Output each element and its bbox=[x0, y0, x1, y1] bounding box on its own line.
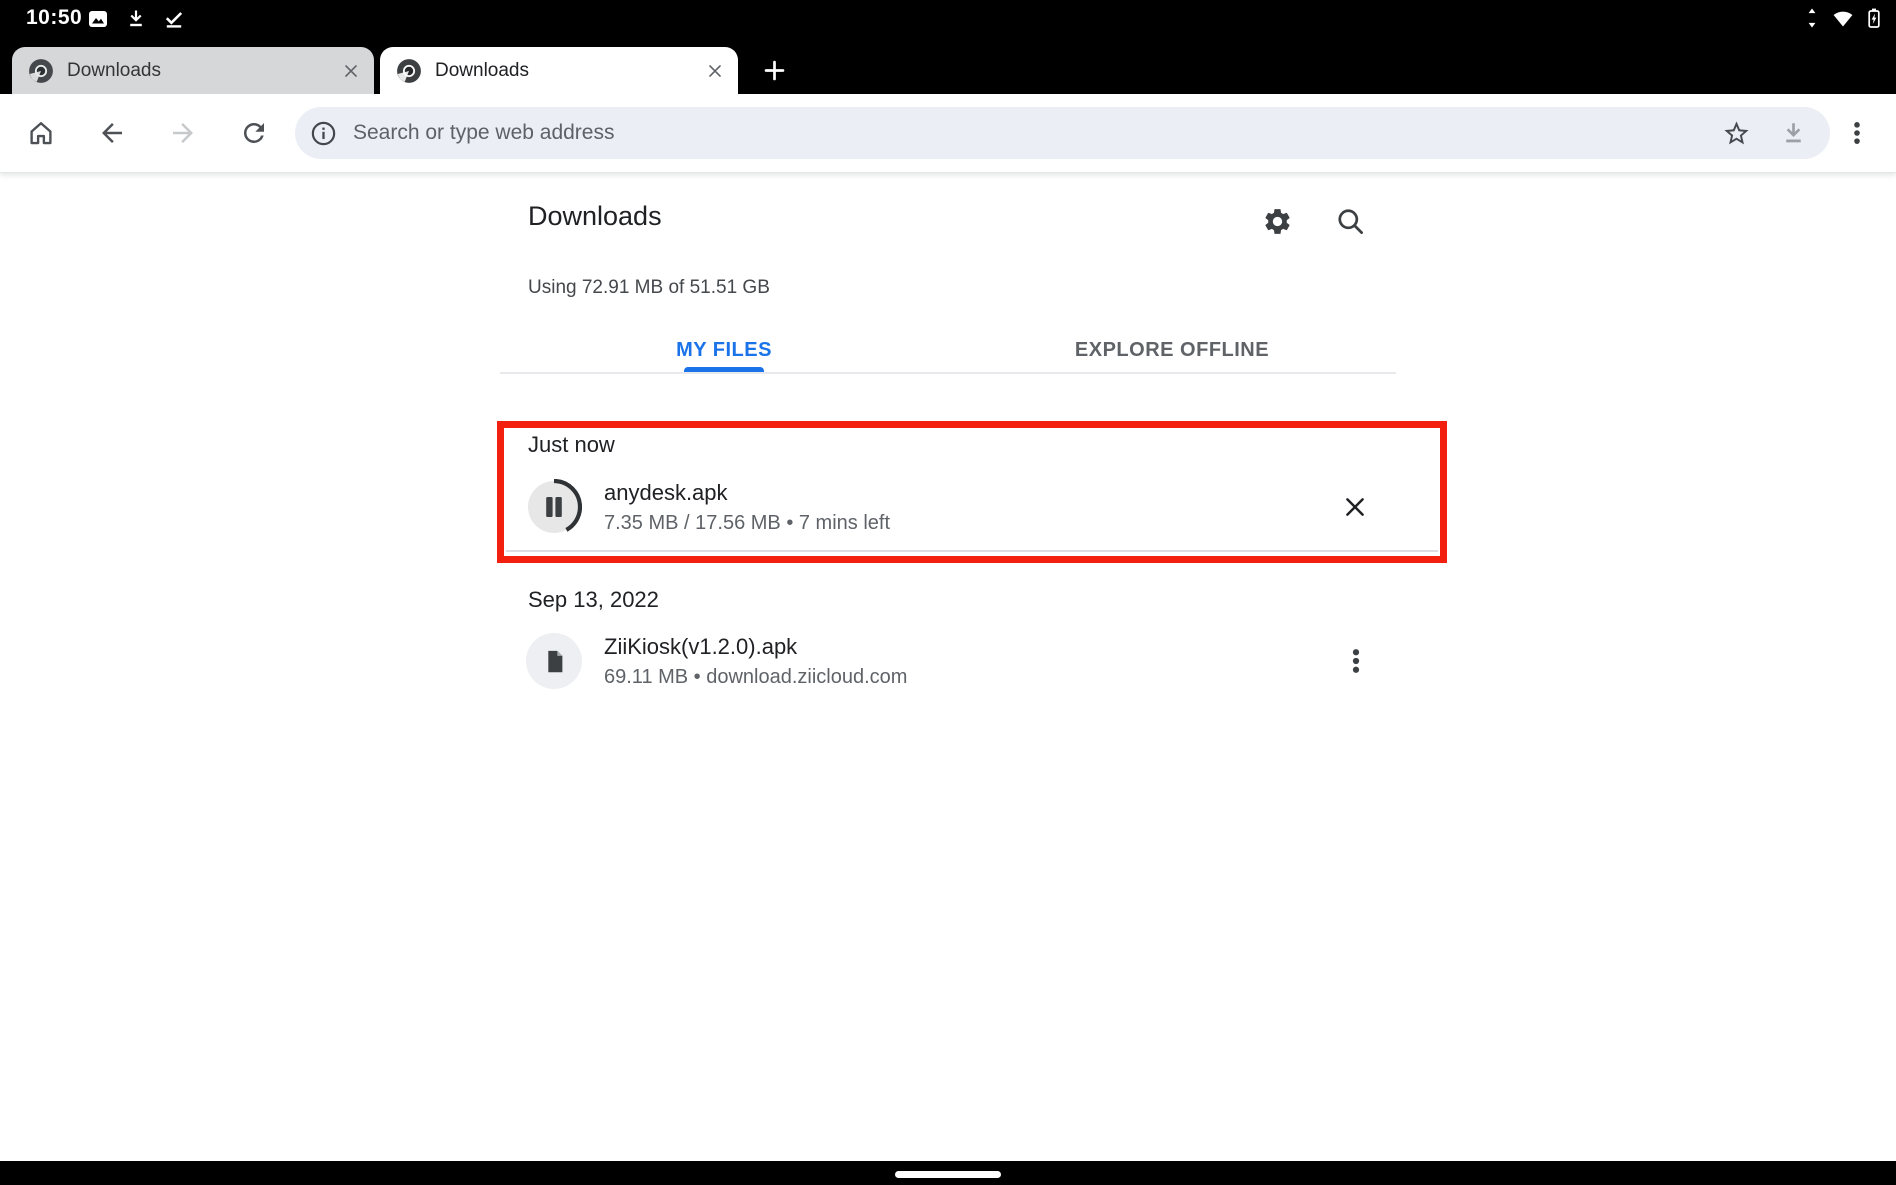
download-progress-text: 7.35 MB / 17.56 MB • 7 mins left bbox=[604, 512, 891, 534]
cancel-download-button[interactable] bbox=[1340, 492, 1370, 522]
plus-icon bbox=[764, 60, 784, 81]
kebab-menu-icon bbox=[1854, 122, 1860, 144]
browser-tab-downloads-2[interactable]: Downloads bbox=[380, 47, 738, 94]
close-tab-icon[interactable] bbox=[704, 60, 726, 82]
downloads-page: Downloads Using 72.91 MB of 51.51 GB MY … bbox=[0, 172, 1896, 1161]
pause-download-button[interactable] bbox=[526, 479, 582, 535]
filter-tabs: MY FILES EXPLORE OFFLINE bbox=[500, 326, 1396, 374]
browser-menu-button[interactable] bbox=[1840, 116, 1874, 150]
downloads-toolbar-icon[interactable] bbox=[1779, 119, 1808, 148]
back-button[interactable] bbox=[95, 116, 129, 150]
screen: 10:50 Downloads Downloads Search or type… bbox=[0, 0, 1896, 1185]
download-notification-icon bbox=[130, 10, 142, 27]
reload-icon bbox=[243, 122, 264, 143]
wifi-icon bbox=[1833, 11, 1853, 27]
close-icon bbox=[1346, 498, 1364, 516]
home-button[interactable] bbox=[24, 116, 58, 150]
image-notification-icon bbox=[89, 11, 107, 27]
storage-summary: Using 72.91 MB of 51.51 GB bbox=[528, 277, 770, 298]
notification-icons bbox=[86, 7, 186, 31]
search-input[interactable] bbox=[353, 121, 1722, 145]
highlight-box: Just now anydesk.apk 7.35 MB / 17.56 MB … bbox=[497, 421, 1447, 563]
clock: 10:50 bbox=[26, 6, 83, 29]
tab-explore-offline[interactable]: EXPLORE OFFLINE bbox=[948, 326, 1396, 374]
chrome-favicon bbox=[397, 58, 421, 83]
search-icon bbox=[1337, 208, 1363, 234]
divider bbox=[500, 372, 1396, 374]
file-type-icon-wrap bbox=[526, 633, 582, 689]
close-tab-icon[interactable] bbox=[340, 60, 362, 82]
reload-button[interactable] bbox=[237, 116, 271, 150]
tab-strip: Downloads Downloads bbox=[0, 37, 1896, 94]
check-notification-icon bbox=[165, 12, 183, 28]
system-nav-bar bbox=[0, 1161, 1896, 1185]
page-info-icon[interactable] bbox=[309, 119, 338, 148]
browser-tab-downloads-1[interactable]: Downloads bbox=[12, 47, 374, 94]
file-options-button[interactable] bbox=[1338, 642, 1374, 680]
download-file-name[interactable]: anydesk.apk bbox=[604, 480, 728, 506]
chrome-favicon bbox=[29, 58, 53, 83]
network-activity-icon bbox=[1808, 8, 1816, 28]
gear-icon bbox=[1264, 208, 1290, 234]
new-tab-button[interactable] bbox=[748, 47, 800, 94]
group-header-date: Sep 13, 2022 bbox=[528, 587, 659, 612]
tab-title: Downloads bbox=[67, 59, 161, 81]
divider bbox=[506, 550, 1438, 552]
kebab-menu-icon bbox=[1352, 649, 1360, 673]
system-status-icons bbox=[1800, 6, 1886, 30]
home-icon bbox=[30, 122, 52, 145]
group-header-just-now: Just now bbox=[528, 432, 615, 457]
download-file-name[interactable]: ZiiKiosk(v1.2.0).apk bbox=[604, 634, 797, 660]
address-bar[interactable] bbox=[295, 107, 1830, 159]
forward-button[interactable] bbox=[166, 116, 200, 150]
downloads-settings-button[interactable] bbox=[1259, 203, 1295, 239]
arrow-forward-icon bbox=[173, 123, 193, 143]
download-file-meta: 69.11 MB • download.ziicloud.com bbox=[604, 666, 908, 688]
page-title: Downloads bbox=[528, 201, 662, 231]
downloads-search-button[interactable] bbox=[1332, 203, 1368, 239]
browser-toolbar bbox=[0, 94, 1896, 172]
document-icon bbox=[547, 650, 562, 672]
battery-charging-icon bbox=[1868, 8, 1880, 28]
progress-circle bbox=[526, 479, 582, 535]
home-indicator[interactable] bbox=[895, 1171, 1001, 1178]
pause-icon bbox=[546, 497, 553, 517]
bookmark-star-icon[interactable] bbox=[1722, 119, 1751, 148]
download-progress-arc bbox=[526, 479, 582, 535]
status-bar: 10:50 bbox=[0, 0, 1896, 37]
arrow-back-icon bbox=[102, 123, 122, 143]
tab-title: Downloads bbox=[435, 59, 529, 81]
